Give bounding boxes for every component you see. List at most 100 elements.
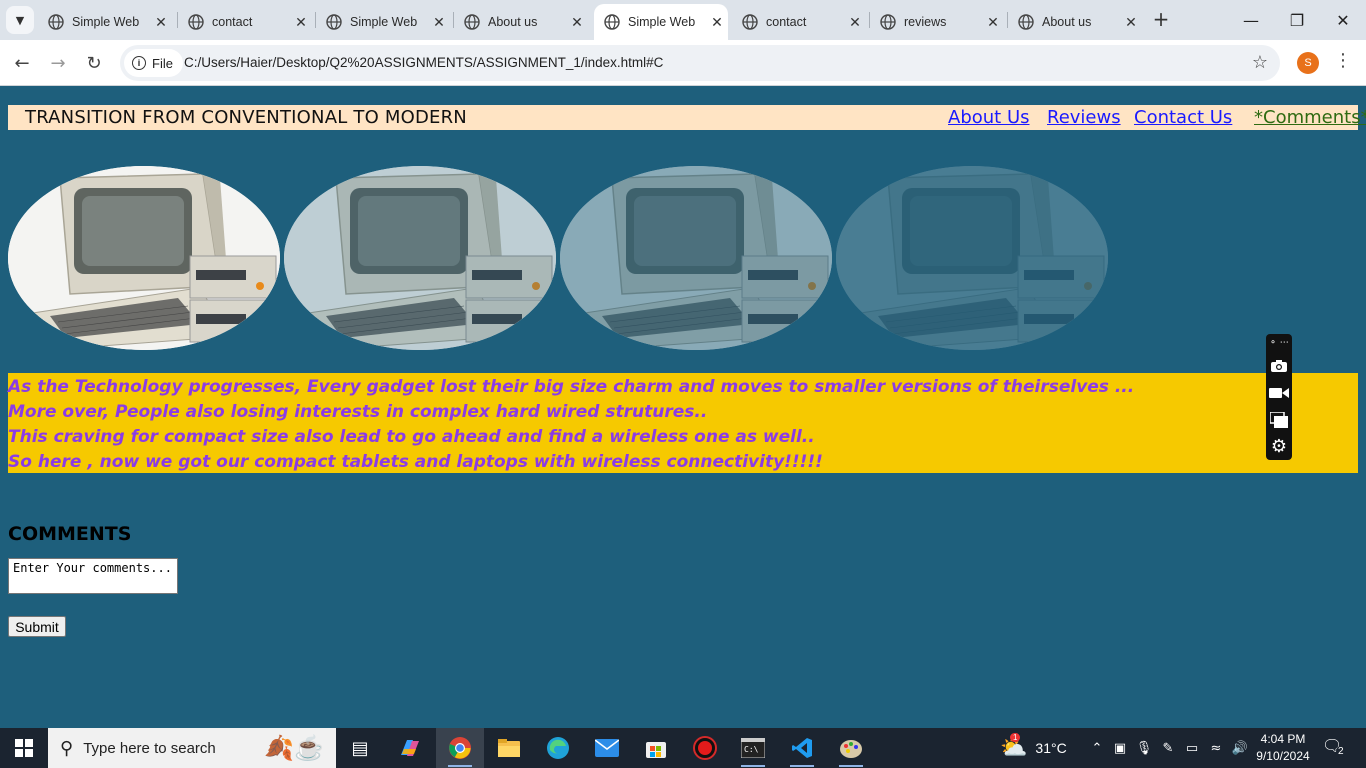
weather-alert-badge: 1 bbox=[1010, 733, 1021, 742]
clock[interactable]: 4:04 PM 9/10/2024 bbox=[1250, 731, 1316, 765]
start-button[interactable] bbox=[0, 728, 48, 768]
browser-menu-icon[interactable]: ⋮ bbox=[1334, 50, 1352, 71]
minimize-button[interactable]: — bbox=[1228, 0, 1274, 40]
video-camera-icon[interactable] bbox=[1266, 379, 1292, 406]
edge-icon[interactable] bbox=[534, 728, 582, 768]
toolbar-more-icon[interactable]: ⚬ ⋯ bbox=[1266, 334, 1292, 352]
terminal-icon[interactable]: C:\ bbox=[729, 728, 777, 768]
notification-count: 2 bbox=[1336, 746, 1346, 757]
globe-icon bbox=[464, 14, 480, 30]
nav-link-contact-us[interactable]: Contact Us bbox=[1134, 107, 1232, 128]
paint-icon[interactable] bbox=[827, 728, 875, 768]
svg-text:C:\: C:\ bbox=[744, 745, 759, 754]
system-tray: ⌃ ▣ 🎙 ✎ ▭ ≈ 🔊 bbox=[1086, 728, 1252, 768]
battery-icon[interactable]: ▭ bbox=[1180, 741, 1204, 756]
chevron-up-icon[interactable]: ⌃ bbox=[1086, 741, 1108, 756]
pen-icon[interactable]: ✎ bbox=[1156, 741, 1180, 756]
browser-tab[interactable]: contact ✕ bbox=[732, 4, 866, 40]
search-highlight-icon: 🍂☕ bbox=[264, 735, 324, 762]
browser-tab[interactable]: Simple Web ✕ bbox=[316, 4, 450, 40]
windows-taskbar: ⚲ Type here to search 🍂☕ ▤ C:\ ⛅ 1 31°C ⌃… bbox=[0, 728, 1366, 768]
browser-tab[interactable]: contact ✕ bbox=[178, 4, 312, 40]
camera-icon[interactable] bbox=[1266, 352, 1292, 379]
tab-title: reviews bbox=[904, 15, 947, 29]
comment-textarea[interactable] bbox=[8, 558, 178, 594]
tab-close-icon[interactable]: ✕ bbox=[152, 13, 170, 31]
copilot-icon[interactable] bbox=[386, 728, 434, 768]
clock-date: 9/10/2024 bbox=[1256, 749, 1310, 763]
nav-link-comments[interactable]: *Comments* bbox=[1254, 107, 1366, 128]
tab-separator bbox=[869, 12, 870, 28]
browser-tab[interactable]: Simple Web ✕ bbox=[38, 4, 172, 40]
mail-icon[interactable] bbox=[583, 728, 631, 768]
copy-window-icon[interactable] bbox=[1266, 406, 1292, 433]
tab-close-icon[interactable]: ✕ bbox=[708, 13, 726, 31]
tab-close-icon[interactable]: ✕ bbox=[430, 13, 448, 31]
tab-close-icon[interactable]: ✕ bbox=[292, 13, 310, 31]
restore-icon: ❐ bbox=[1289, 10, 1305, 30]
comments-heading: COMMENTS bbox=[8, 523, 132, 545]
site-navbar: TRANSITION FROM CONVENTIONAL TO MODERN A… bbox=[8, 105, 1366, 130]
arrow-right-icon: → bbox=[50, 52, 66, 74]
restore-button[interactable]: ❐ bbox=[1274, 0, 1320, 40]
record-icon[interactable] bbox=[681, 728, 729, 768]
globe-icon bbox=[880, 14, 896, 30]
tab-search-button[interactable]: ▼ bbox=[6, 6, 34, 34]
tab-separator bbox=[453, 12, 454, 28]
wifi-icon[interactable]: ≈ bbox=[1204, 741, 1228, 756]
bookmark-star-icon[interactable]: ☆ bbox=[1252, 52, 1268, 73]
notification-center-button[interactable]: 🗨 2 bbox=[1322, 736, 1348, 760]
submit-button[interactable]: Submit bbox=[8, 616, 66, 637]
forward-button[interactable]: → bbox=[44, 49, 72, 77]
store-icon[interactable] bbox=[632, 728, 680, 768]
address-bar[interactable]: i File C:/Users/Haier/Desktop/Q2%20ASSIG… bbox=[120, 45, 1280, 81]
new-tab-button[interactable]: + bbox=[1150, 9, 1172, 31]
chrome-taskbar-icon[interactable] bbox=[436, 728, 484, 768]
site-info-label: File bbox=[152, 55, 173, 71]
vscode-icon[interactable] bbox=[778, 728, 826, 768]
tab-close-icon[interactable]: ✕ bbox=[984, 13, 1002, 31]
computer-image bbox=[284, 166, 556, 350]
close-icon: ✕ bbox=[1336, 10, 1350, 30]
taskbar-search-box[interactable]: ⚲ Type here to search 🍂☕ bbox=[48, 728, 336, 768]
tab-close-icon[interactable]: ✕ bbox=[846, 13, 864, 31]
info-banner: As the Technology progresses, Every gadg… bbox=[8, 373, 1358, 473]
tab-separator bbox=[177, 12, 178, 28]
info-icon: i bbox=[132, 56, 146, 70]
globe-icon bbox=[742, 14, 758, 30]
chevron-down-icon: ▼ bbox=[15, 13, 25, 27]
tab-title: contact bbox=[212, 15, 253, 29]
search-icon: ⚲ bbox=[60, 737, 74, 758]
reload-button[interactable]: ↻ bbox=[80, 49, 108, 77]
tab-title: Simple Web bbox=[72, 15, 140, 29]
browser-tab[interactable]: reviews ✕ bbox=[870, 4, 1004, 40]
windows-logo-icon bbox=[15, 739, 33, 757]
url-text[interactable]: C:/Users/Haier/Desktop/Q2%20ASSIGNMENTS/… bbox=[184, 55, 663, 70]
nav-link-about-us[interactable]: About Us bbox=[948, 107, 1030, 128]
volume-icon[interactable]: 🔊 bbox=[1228, 741, 1252, 756]
close-window-button[interactable]: ✕ bbox=[1320, 0, 1366, 40]
tab-title: contact bbox=[766, 15, 807, 29]
tab-close-icon[interactable]: ✕ bbox=[1122, 13, 1140, 31]
nav-link-reviews[interactable]: Reviews bbox=[1047, 107, 1121, 128]
task-view-icon[interactable]: ▤ bbox=[336, 728, 384, 768]
arrow-left-icon: ← bbox=[14, 52, 30, 74]
browser-tab[interactable]: About us ✕ bbox=[1008, 4, 1142, 40]
computer-image bbox=[560, 166, 832, 350]
reload-icon: ↻ bbox=[86, 52, 102, 74]
file-explorer-icon[interactable] bbox=[485, 728, 533, 768]
meet-now-icon[interactable]: ▣ bbox=[1108, 741, 1132, 756]
site-info-chip[interactable]: i File bbox=[124, 49, 183, 77]
tab-title: About us bbox=[1042, 15, 1092, 29]
screen-capture-toolbar: ⚬ ⋯ ⚙ bbox=[1266, 334, 1292, 460]
browser-tab[interactable]: About us ✕ bbox=[454, 4, 588, 40]
gear-icon[interactable]: ⚙ bbox=[1266, 433, 1292, 460]
profile-avatar[interactable]: S bbox=[1297, 52, 1319, 74]
microphone-icon[interactable]: 🎙 bbox=[1132, 741, 1156, 756]
tab-close-icon[interactable]: ✕ bbox=[568, 13, 586, 31]
tab-title: Simple Web bbox=[628, 15, 696, 29]
back-button[interactable]: ← bbox=[8, 49, 36, 77]
weather-widget[interactable]: ⛅ 1 31°C bbox=[1000, 728, 1067, 768]
browser-tab[interactable]: Simple Web ✕ bbox=[594, 4, 728, 40]
tab-strip: ▼ Simple Web ✕ contact ✕ Simple Web ✕ About us… bbox=[0, 0, 1366, 40]
